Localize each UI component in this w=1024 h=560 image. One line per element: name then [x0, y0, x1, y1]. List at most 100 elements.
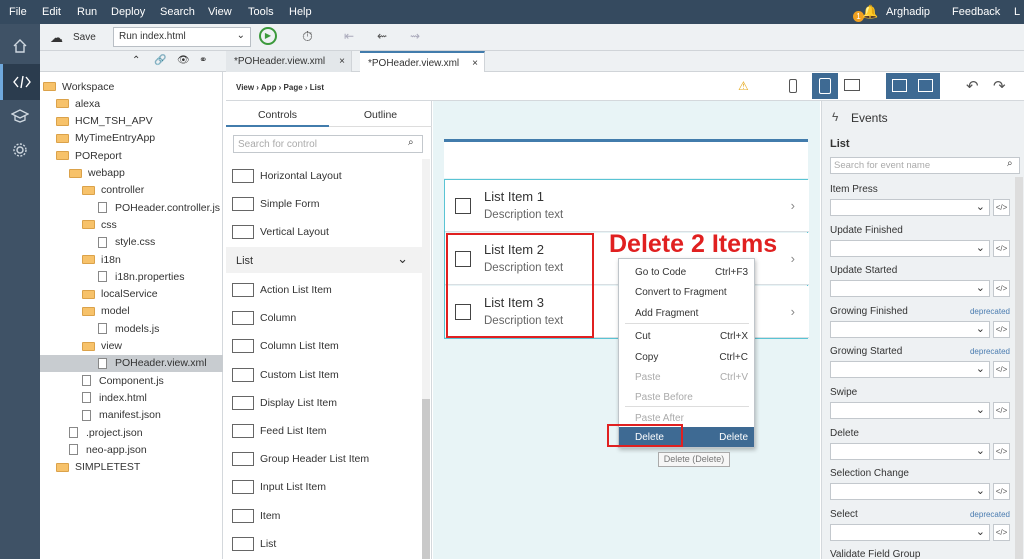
undo-icon[interactable]: ↶ — [966, 77, 979, 95]
menu-extra[interactable]: L — [1014, 6, 1020, 18]
event-handler-select[interactable]: ⌄ — [830, 361, 990, 379]
scrollbar[interactable] — [1015, 177, 1023, 559]
menu-help[interactable]: Help — [289, 6, 312, 18]
chevron-down-icon[interactable]: ⌄ — [397, 251, 408, 267]
collapse-icon[interactable]: ⌃ — [132, 55, 140, 66]
go-to-code-button[interactable]: </> — [993, 239, 1010, 257]
tree-item[interactable]: alexa — [40, 95, 223, 112]
control-item[interactable]: Group Header List Item — [232, 448, 369, 470]
go-to-code-button[interactable]: </> — [993, 483, 1010, 501]
control-item[interactable]: Input List Item — [232, 476, 326, 498]
context-menu-item[interactable]: Add Fragment — [619, 303, 754, 323]
event-handler-select[interactable]: ⌄ — [830, 442, 990, 460]
control-item[interactable]: List — [232, 533, 276, 555]
event-handler-select[interactable]: ⌄ — [830, 483, 990, 501]
tree-item[interactable]: i18n.properties — [40, 268, 223, 285]
user-name[interactable]: Arghadip — [886, 6, 930, 18]
menu-file[interactable]: File — [9, 6, 27, 18]
desktop-icon[interactable] — [844, 79, 860, 91]
search-icon[interactable]: ⌕ — [1007, 158, 1013, 169]
left-panel-icon[interactable] — [892, 79, 907, 92]
run-icon[interactable]: ▶ — [259, 27, 277, 45]
tree-item[interactable]: manifest.json — [40, 407, 223, 424]
run-options-icon[interactable]: ⏱ — [302, 28, 313, 45]
feedback-link[interactable]: Feedback — [952, 6, 1000, 18]
binoculars-icon[interactable]: ⚭ — [199, 55, 207, 66]
control-item[interactable]: Custom List Item — [232, 364, 339, 386]
tree-item[interactable]: webapp — [40, 165, 223, 182]
close-icon[interactable]: × — [472, 58, 478, 69]
tree-item[interactable]: .project.json — [40, 424, 223, 441]
menu-search[interactable]: Search — [160, 6, 195, 18]
control-search-input[interactable]: Search for control — [233, 135, 423, 153]
tree-item[interactable]: POHeader.controller.js — [40, 199, 223, 216]
link-icon[interactable]: 🔗 — [154, 55, 166, 66]
context-menu-item[interactable]: Convert to Fragment — [619, 282, 754, 302]
back-icon[interactable]: ⇜ — [377, 29, 387, 43]
sync-icon[interactable]: ⇤ — [344, 29, 354, 43]
section-list[interactable]: List ⌄ — [226, 247, 422, 273]
go-to-code-button[interactable]: </> — [993, 280, 1010, 298]
context-menu-item[interactable]: Go to Code Ctrl+F3 — [619, 262, 754, 282]
tree-item[interactable]: models.js — [40, 320, 223, 337]
control-item[interactable]: Simple Form — [232, 193, 320, 215]
tree-item[interactable]: style.css — [40, 234, 223, 251]
tab-poheader-1[interactable]: *POHeader.view.xml × — [226, 51, 352, 72]
breadcrumb[interactable]: View › App › Page › List — [236, 83, 324, 92]
tree-item[interactable]: neo-app.json — [40, 441, 223, 458]
tablet-button[interactable] — [812, 73, 838, 99]
tree-item[interactable]: MyTimeEntryApp — [40, 130, 223, 147]
control-item[interactable]: Column List Item — [232, 335, 339, 357]
control-item[interactable]: Action List Item — [232, 279, 332, 301]
tree-item[interactable]: HCM_TSH_APV — [40, 113, 223, 130]
tree-item[interactable]: SIMPLETEST — [40, 459, 223, 476]
right-panel-icon[interactable] — [918, 79, 933, 92]
go-to-code-button[interactable]: </> — [993, 442, 1010, 460]
bell-icon[interactable]: 🔔 — [862, 4, 878, 20]
event-handler-select[interactable]: ⌄ — [830, 402, 990, 419]
tab-controls[interactable]: Controls — [226, 101, 329, 127]
event-handler-select[interactable]: ⌄ — [830, 280, 990, 298]
go-to-code-button[interactable]: </> — [993, 402, 1010, 419]
control-item[interactable]: Item — [232, 505, 280, 527]
control-item[interactable]: Feed List Item — [232, 420, 327, 442]
scrollbar-thumb[interactable] — [422, 399, 430, 559]
settings-icon[interactable] — [0, 132, 40, 168]
go-to-code-button[interactable]: </> — [993, 199, 1010, 216]
tree-item[interactable]: localService — [40, 286, 223, 303]
context-menu-item[interactable]: Paste Ctrl+V — [619, 367, 754, 387]
menu-deploy[interactable]: Deploy — [111, 6, 145, 18]
tree-item[interactable]: controller — [40, 182, 223, 199]
event-handler-select[interactable]: ⌄ — [830, 523, 990, 541]
tree-item[interactable]: POReport — [40, 147, 223, 164]
warning-icon[interactable]: ⚠ — [738, 79, 749, 93]
control-item[interactable]: Display List Item — [232, 392, 337, 414]
context-menu-item[interactable]: Paste Before — [619, 387, 754, 407]
tab-poheader-2[interactable]: *POHeader.view.xml × — [360, 51, 485, 72]
menu-run[interactable]: Run — [77, 6, 97, 18]
go-to-code-button[interactable]: </> — [993, 361, 1010, 379]
search-icon[interactable]: ⌕ — [408, 137, 414, 148]
phone-icon[interactable] — [789, 79, 797, 93]
panel-toggle-buttons[interactable] — [886, 73, 940, 99]
tab-outline[interactable]: Outline — [329, 101, 432, 127]
save-button[interactable]: Save — [73, 32, 96, 43]
redo-icon[interactable]: ↷ — [993, 77, 1006, 95]
tree-item[interactable]: index.html — [40, 389, 223, 406]
control-item[interactable]: Horizontal Layout — [232, 165, 342, 187]
eye-icon[interactable]: 👁 — [177, 55, 190, 66]
event-handler-select[interactable]: ⌄ — [830, 239, 990, 257]
run-config-select[interactable]: Run index.html ⌄ — [113, 27, 251, 47]
forward-icon[interactable]: ⇝ — [410, 29, 420, 43]
control-item[interactable]: Vertical Layout — [232, 221, 329, 243]
event-handler-select[interactable]: ⌄ — [830, 199, 990, 216]
go-to-code-button[interactable]: </> — [993, 523, 1010, 541]
tree-item[interactable]: i18n — [40, 251, 223, 268]
tree-item[interactable]: view — [40, 338, 223, 355]
context-menu-item[interactable]: Cut Ctrl+X — [619, 326, 754, 346]
event-search-input[interactable]: Search for event name — [830, 157, 1020, 174]
tree-item[interactable]: model — [40, 303, 223, 320]
tree-item[interactable]: Component.js — [40, 372, 223, 389]
scrollbar[interactable] — [422, 159, 430, 559]
tree-item[interactable]: POHeader.view.xml — [40, 354, 223, 372]
